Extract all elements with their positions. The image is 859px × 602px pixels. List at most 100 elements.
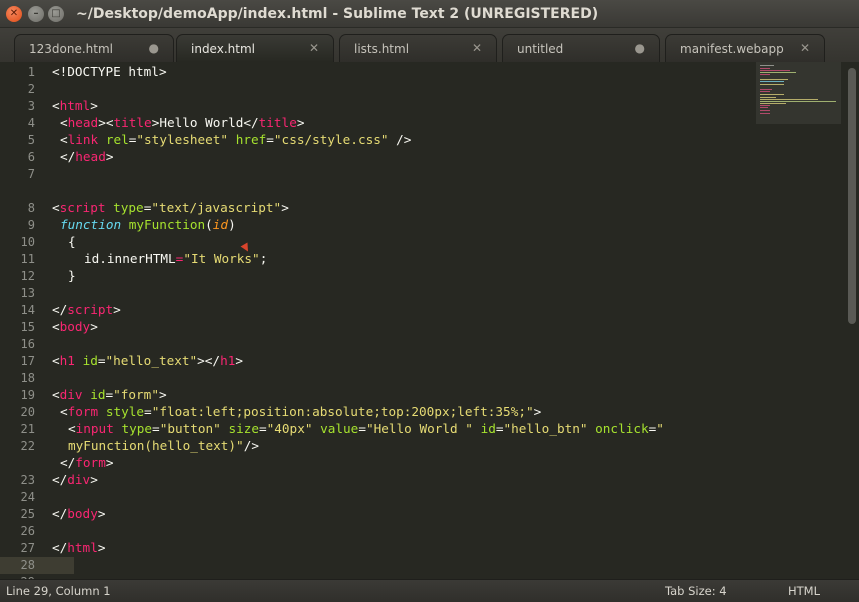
line-number: 20 (20, 405, 35, 419)
minimap-line (760, 91, 770, 92)
tag-name: form (75, 455, 106, 470)
code-line-11: { (68, 234, 76, 249)
scrollbar-thumb[interactable] (848, 68, 856, 324)
minimap-line (760, 89, 772, 90)
equals: = (266, 132, 274, 147)
code-line-21: <form style="float:left;position:absolut… (60, 404, 541, 419)
tab-label: lists.html (354, 42, 410, 56)
minimize-window-button[interactable]: – (28, 6, 44, 22)
tag-name: h1 (59, 353, 75, 368)
bracket: < (68, 421, 76, 436)
code-line-6: </head> (60, 149, 113, 164)
parameter: id (212, 217, 229, 232)
window-title: ~/Desktop/demoApp/index.html - Sublime T… (76, 6, 599, 22)
attr-name: type (113, 200, 144, 215)
line-number: 9 (27, 218, 35, 232)
tag-name: html (59, 98, 91, 113)
minimap-line (760, 81, 784, 82)
tag-name: html (67, 540, 98, 555)
title-bar: ✕ – □ ~/Desktop/demoApp/index.html - Sub… (0, 0, 859, 28)
equals: = (105, 387, 114, 402)
unsaved-dot-icon[interactable]: ● (635, 41, 645, 55)
code-line-15: </script> (52, 302, 121, 317)
line-number: 25 (20, 507, 35, 521)
equals: = (144, 404, 152, 419)
bracket: > (296, 115, 305, 130)
minimap-line (760, 74, 770, 75)
line-number: 27 (20, 541, 35, 555)
tab-label: manifest.webapp (680, 42, 784, 56)
line-number-gutter: 1 2 3 4 5 6 7 8 9 10 11 12 13 14 15 16 1… (0, 62, 48, 579)
code-line-16: <body> (52, 319, 98, 334)
string: "It Works" (183, 251, 260, 266)
bracket: > (105, 455, 114, 470)
bracket: > (533, 404, 542, 419)
code-line-13: } (68, 268, 76, 283)
cursor-position: Line 29, Column 1 (6, 584, 111, 598)
tag-name: title (258, 115, 297, 130)
tab-123done-html[interactable]: 123done.html ● (14, 34, 174, 62)
attr-value: "css/style.css" (273, 132, 389, 147)
line-number: 22 (20, 439, 35, 453)
line-number: 7 (27, 167, 35, 181)
tab-untitled[interactable]: untitled ● (502, 34, 660, 62)
minimap[interactable] (756, 62, 841, 124)
attr-value: "float:left;position:absolute;top:200px;… (151, 404, 534, 419)
tab-bar: 123done.html ● index.html ✕ lists.html ✕… (0, 28, 859, 62)
line-number: 6 (27, 150, 35, 164)
bracket: < (52, 200, 60, 215)
code-line-22-wrap: myFunction(hello_text)"/> (68, 438, 259, 453)
code-editor[interactable]: 1 2 3 4 5 6 7 8 9 10 11 12 13 14 15 16 1… (0, 62, 845, 579)
status-bar: Line 29, Column 1 Tab Size: 4 HTML (0, 579, 859, 602)
equals: = (358, 421, 366, 436)
unsaved-dot-icon[interactable]: ● (149, 41, 159, 55)
brace: { (68, 234, 76, 249)
bracket: > (97, 506, 106, 521)
keyword: function (60, 217, 122, 232)
text: >Hello World</ (151, 115, 259, 130)
minimap-line (760, 107, 768, 108)
tab-index-html[interactable]: index.html ✕ (176, 34, 334, 62)
tag-name: script (59, 200, 106, 215)
line-number: 18 (20, 371, 35, 385)
attr-name: id (480, 421, 496, 436)
close-window-button[interactable]: ✕ (6, 6, 22, 22)
bracket: > (235, 353, 243, 368)
bracket: > (281, 200, 289, 215)
close-tab-icon[interactable]: ✕ (309, 41, 319, 55)
syntax-selector[interactable]: HTML (788, 584, 820, 598)
close-tab-icon[interactable]: ✕ (472, 41, 482, 55)
attr-name: href (235, 132, 267, 147)
attr-value: "button" (159, 421, 221, 436)
code-line-5: <link rel="stylesheet" href="css/style.c… (60, 132, 411, 147)
minimap-line (760, 110, 770, 111)
tab-manifest-webapp[interactable]: manifest.webapp ✕ (665, 34, 825, 62)
vertical-scrollbar[interactable] (845, 62, 859, 579)
code-line-9: <script type="text/javascript"> (52, 200, 289, 215)
attr-value: "Hello World " (365, 421, 473, 436)
bracket: > (90, 319, 98, 334)
tag-name: div (67, 472, 91, 487)
close-tab-icon[interactable]: ✕ (800, 41, 810, 55)
bracket: > (105, 149, 114, 164)
minimap-line (760, 84, 784, 85)
tab-label: index.html (191, 42, 255, 56)
line-number: 4 (27, 116, 35, 130)
maximize-window-button[interactable]: □ (48, 6, 64, 22)
minimap-line (760, 68, 770, 69)
line-number: 10 (20, 235, 35, 249)
semicolon: ; (259, 251, 268, 266)
code-line-23: </form> (60, 455, 113, 470)
bracket: > (90, 472, 98, 487)
attr-value: " (656, 421, 664, 436)
line-number: 11 (20, 252, 35, 266)
tab-size-selector[interactable]: Tab Size: 4 (665, 584, 727, 598)
bracket: ></ (197, 353, 221, 368)
tag-name: head (75, 149, 106, 164)
tab-lists-html[interactable]: lists.html ✕ (339, 34, 497, 62)
minimap-line (760, 70, 790, 71)
